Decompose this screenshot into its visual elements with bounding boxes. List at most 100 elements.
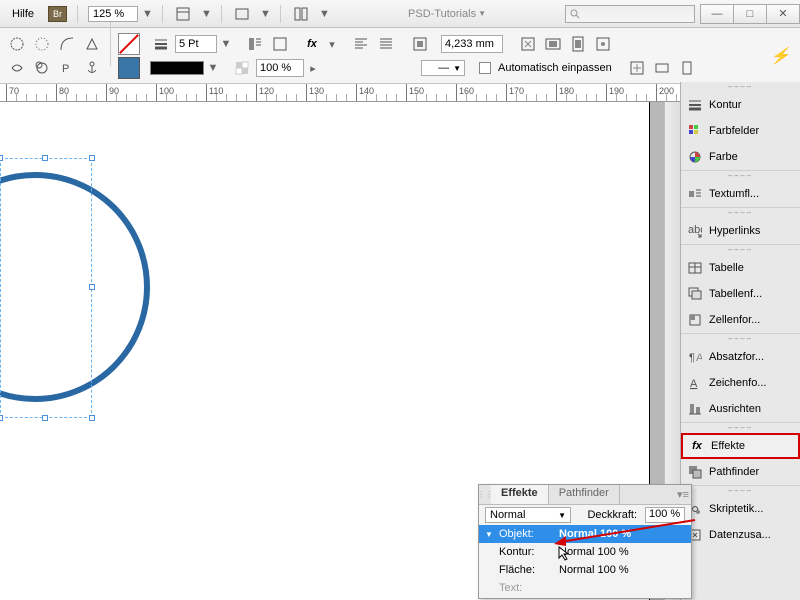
blend-mode-select[interactable]: Normal▼ xyxy=(485,507,571,523)
panel-absatzformate[interactable]: ¶AAbsatzfor... xyxy=(681,344,800,370)
help-menu[interactable]: Hilfe xyxy=(6,6,40,22)
stroke-weight-field[interactable]: 5 Pt xyxy=(175,35,217,53)
panel-kontur[interactable]: Kontur xyxy=(681,92,800,118)
panel-zeichenformate[interactable]: AZeichenfo... xyxy=(681,370,800,396)
panel-farbfelder[interactable]: Farbfelder xyxy=(681,118,800,144)
corner-icon-3[interactable] xyxy=(56,33,78,55)
panel-skriptetiketten[interactable]: Skriptetik... xyxy=(681,496,800,522)
panel-farbe[interactable]: Farbe xyxy=(681,144,800,170)
panel-hyperlinks[interactable]: abcHyperlinks xyxy=(681,218,800,244)
cellstyles-icon xyxy=(687,312,703,328)
opacity-value-field[interactable]: 100 % xyxy=(645,507,685,523)
close-button[interactable]: ✕ xyxy=(766,4,800,24)
autofit-label: Automatisch einpassen xyxy=(498,62,612,74)
panel-pathfinder[interactable]: Pathfinder xyxy=(681,459,800,485)
text-wrap-icon-1[interactable] xyxy=(244,33,266,55)
selection-frame[interactable] xyxy=(0,158,92,418)
corner-icon-6[interactable] xyxy=(31,57,53,79)
titlebar: Hilfe Br 125 % ▼ ▼ ▼ ▼ PSD-Tutorials ▼ —… xyxy=(0,0,800,28)
opacity-label: Deckkraft: xyxy=(587,509,637,521)
panel-zellenformate[interactable]: Zellenfor... xyxy=(681,307,800,333)
autofit-checkbox[interactable] xyxy=(479,62,491,74)
anchor-icon[interactable] xyxy=(81,57,103,79)
svg-text:abc: abc xyxy=(688,224,702,236)
fill-swatch-none[interactable] xyxy=(118,33,140,55)
pathfinder-icon xyxy=(687,464,703,480)
hyperlinks-icon: abc xyxy=(687,223,703,239)
maximize-button[interactable]: □ xyxy=(733,4,767,24)
right-panel-dock: ▸ ┅┅┅┅ Kontur Farbfelder Farbe ┅┅┅┅ Text… xyxy=(680,82,800,600)
zoom-dropdown[interactable]: ▼ xyxy=(142,8,152,20)
stroke-weight-dropdown[interactable]: ▼ xyxy=(220,38,232,50)
panel-textumfluss[interactable]: Textumfl... xyxy=(681,181,800,207)
tablestyles-icon xyxy=(687,286,703,302)
fit-content-icon-2[interactable] xyxy=(542,33,564,55)
stroke-style-dropdown[interactable]: ▼ xyxy=(207,62,219,74)
svg-text:¶: ¶ xyxy=(689,352,695,364)
effects-row-objekt[interactable]: ▼ Objekt: Normal 100 % xyxy=(479,525,691,543)
arrange-icon[interactable] xyxy=(291,5,311,23)
opacity-dropdown[interactable]: ▸ xyxy=(307,62,319,75)
panel-tabelle[interactable]: Tabelle xyxy=(681,255,800,281)
opacity-icon xyxy=(231,57,253,79)
tab-effekte[interactable]: Effekte xyxy=(491,485,549,504)
workspace-dropdown[interactable]: ▼ xyxy=(478,9,486,18)
color-icon xyxy=(687,149,703,165)
swatches-icon xyxy=(687,123,703,139)
fit-frame-icon-1[interactable] xyxy=(626,57,648,79)
search-field[interactable] xyxy=(565,5,695,23)
fit-content-icon-4[interactable] xyxy=(592,33,614,55)
charstyles-icon: A xyxy=(687,375,703,391)
panel-datenzusammen[interactable]: Datenzusa... xyxy=(681,522,800,548)
bridge-badge[interactable]: Br xyxy=(48,6,67,22)
stroke-style-bar[interactable] xyxy=(150,61,204,75)
tab-pathfinder[interactable]: Pathfinder xyxy=(549,485,620,504)
control-bar: 5 Pt ▼ fx ▾ 4,233 mm P ▼ xyxy=(0,28,800,84)
panel-grip[interactable]: ⋮⋮ xyxy=(479,485,491,504)
corner-icon-1[interactable] xyxy=(6,33,28,55)
stroke-panel-icon xyxy=(687,97,703,113)
cap-style-select[interactable]: —▼ xyxy=(421,60,465,76)
align-icon xyxy=(687,401,703,417)
fit-content-icon-3[interactable] xyxy=(567,33,589,55)
effects-row-flaeche[interactable]: Fläche: Normal 100 % xyxy=(479,561,691,579)
screen-mode-icon[interactable] xyxy=(232,5,252,23)
minimize-button[interactable]: — xyxy=(700,4,734,24)
paragraph-align-icon[interactable] xyxy=(350,33,372,55)
screen-dropdown[interactable]: ▼ xyxy=(260,8,270,20)
panel-menu-icon[interactable]: ▾≡ xyxy=(675,485,691,504)
corner-icon-5[interactable] xyxy=(6,57,28,79)
fx-dropdown[interactable]: ▾ xyxy=(326,38,338,51)
textwrap-icon xyxy=(687,186,703,202)
panel-ausrichten[interactable]: Ausrichten xyxy=(681,396,800,422)
paragraph-justify-icon[interactable] xyxy=(375,33,397,55)
fit-content-icon-1[interactable] xyxy=(517,33,539,55)
stroke-swatch[interactable] xyxy=(118,57,140,79)
effects-row-text[interactable]: Text: xyxy=(479,579,691,597)
effects-floating-panel[interactable]: ⋮⋮ Effekte Pathfinder ▾≡ Normal▼ Deckkra… xyxy=(478,484,692,599)
corner-icon-2[interactable] xyxy=(31,33,53,55)
text-wrap-icon-2[interactable] xyxy=(269,33,291,55)
text-p-icon[interactable]: P xyxy=(56,57,78,79)
fit-frame-icon-3[interactable] xyxy=(676,57,698,79)
opacity-field[interactable]: 100 % xyxy=(256,59,304,77)
view-dropdown[interactable]: ▼ xyxy=(201,8,211,20)
corner-icon-4[interactable] xyxy=(81,33,103,55)
stroke-weight-icon xyxy=(150,33,172,55)
svg-text:A: A xyxy=(690,378,698,390)
view-options-icon[interactable] xyxy=(173,5,193,23)
fit-frame-icon-2[interactable] xyxy=(651,57,673,79)
workspace-label[interactable]: PSD-Tutorials xyxy=(408,8,476,20)
panel-tabellenformate[interactable]: Tabellenf... xyxy=(681,281,800,307)
parastyles-icon: ¶A xyxy=(687,349,703,365)
zoom-field[interactable]: 125 % xyxy=(88,6,138,22)
effects-row-kontur[interactable]: Kontur: Normal 100 % xyxy=(479,543,691,561)
panel-effekte[interactable]: fxEffekte xyxy=(681,433,800,459)
table-icon xyxy=(687,260,703,276)
frame-fit-icon[interactable] xyxy=(409,33,431,55)
dimension-field[interactable]: 4,233 mm xyxy=(441,35,503,53)
fx-button[interactable]: fx xyxy=(301,33,323,55)
quick-apply-icon[interactable]: ⚡ xyxy=(770,46,790,66)
disclosure-triangle[interactable]: ▼ xyxy=(485,530,493,539)
arrange-dropdown[interactable]: ▼ xyxy=(319,8,329,20)
